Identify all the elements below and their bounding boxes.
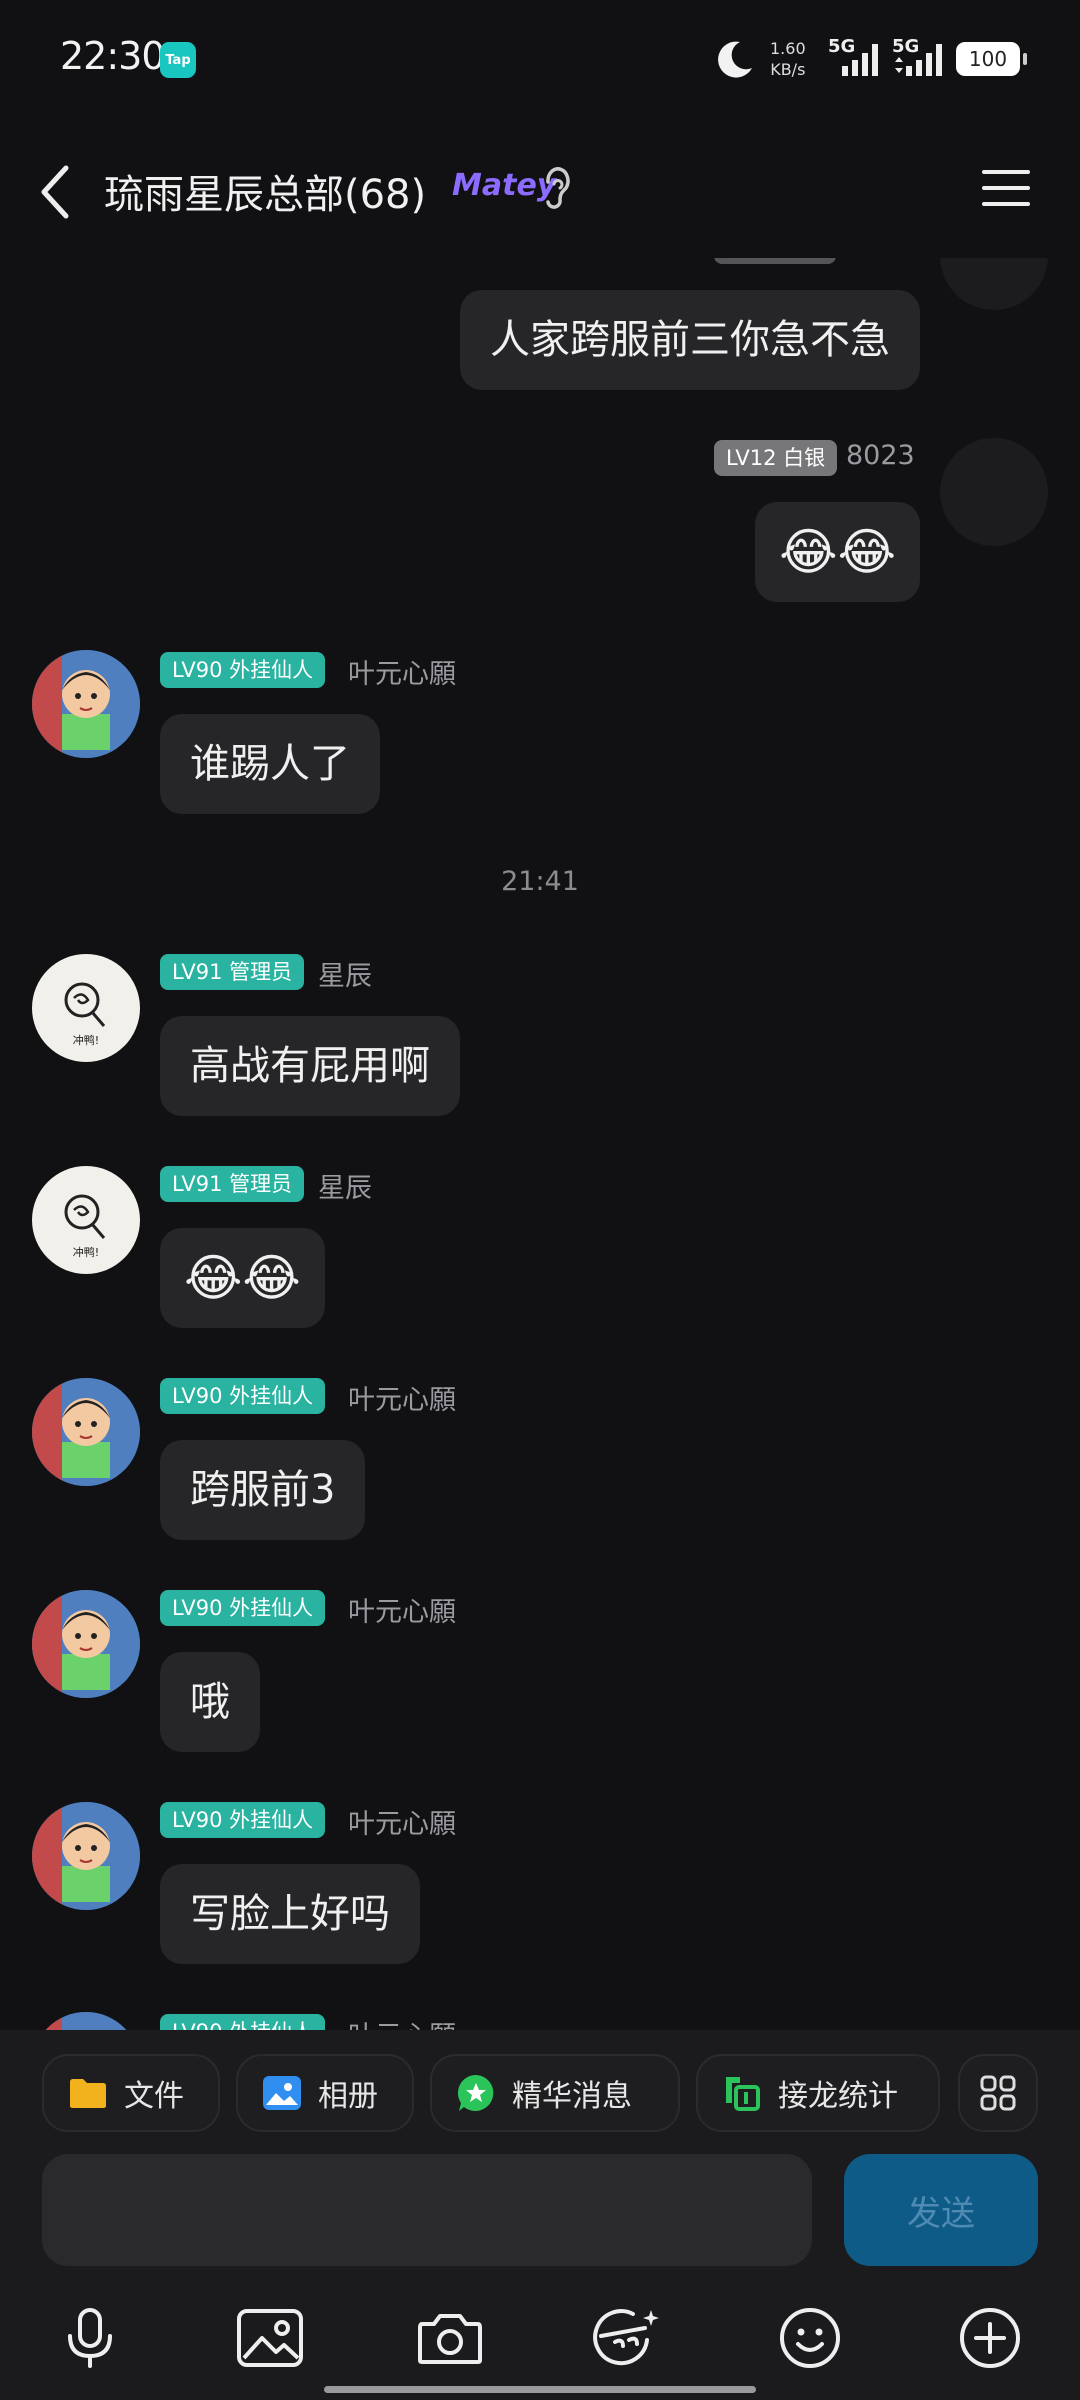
gallery-button[interactable] [230, 2298, 310, 2378]
message-list[interactable]: 人家跨服前三你急不急 LV12 白银 8023 😂😂 LV90 外挂仙人 叶元心… [0, 240, 1080, 2030]
message-bubble[interactable]: 高战有屁用啊 [160, 1016, 460, 1116]
sender-name[interactable]: 星辰 [318, 954, 372, 993]
send-button[interactable]: 发送 [844, 2154, 1038, 2266]
more-apps-button[interactable] [958, 2054, 1038, 2132]
message-bubble[interactable]: 写脸上好吗 [160, 1864, 420, 1964]
relay-stats-chip[interactable]: 接龙统计 [696, 2054, 940, 2132]
cartoon-boy-avatar [32, 650, 140, 758]
timestamp: 21:41 [501, 866, 579, 897]
message-input[interactable] [42, 2154, 812, 2266]
level-badge: LV91 管理员 [160, 1166, 305, 1202]
composer-panel: 文件 相册 精华消息 接龙统计 发送 [0, 2030, 1080, 2400]
chat-header: 琉雨星辰总部(68) Matey [0, 118, 1080, 258]
emoji-icon [780, 2308, 840, 2368]
message-bubble[interactable]: 😂😂 [755, 502, 920, 602]
laughing-emoji-icon: 😂😂 [779, 523, 896, 581]
laughing-emoji-icon: 😂😂 [184, 1249, 301, 1307]
album-chip[interactable]: 相册 [236, 2054, 414, 2132]
avatar[interactable]: 冲鸭! [32, 954, 140, 1062]
back-arrow-icon[interactable] [36, 162, 76, 222]
status-bar: 22:30 Tap 1.60 KB/s 5G 5G 100 [0, 0, 1080, 118]
sender-name[interactable]: 叶元心願 [348, 1802, 456, 1841]
emoji-button[interactable] [770, 2298, 850, 2378]
cartoon-boy-avatar [32, 2012, 140, 2030]
group-title[interactable]: 琉雨星辰总部(68) [104, 162, 426, 220]
star-chat-icon [457, 2075, 494, 2111]
camera-icon [418, 2314, 482, 2364]
home-indicator[interactable] [324, 2386, 756, 2393]
signal-1: 5G [828, 36, 880, 84]
cartoon-boy-avatar [32, 1378, 140, 1486]
lollipop-avatar: 冲鸭! [64, 1194, 106, 1259]
more-button[interactable] [950, 2298, 1030, 2378]
svg-text:冲鸭!: 冲鸭! [73, 1033, 99, 1047]
svg-text:冲鸭!: 冲鸭! [73, 1245, 99, 1259]
avatar[interactable]: 冲鸭! [32, 1166, 140, 1274]
network-speed: 1.60 KB/s [770, 39, 806, 79]
cartoon-boy-avatar [32, 1590, 140, 1698]
plus-icon [960, 2308, 1020, 2368]
message-bubble[interactable]: 谁踢人了 [160, 714, 380, 814]
level-badge: LV90 外挂仙人 [160, 2014, 326, 2030]
ear-icon[interactable] [540, 166, 574, 210]
battery-indicator: 100 [956, 42, 1027, 76]
avatar[interactable] [32, 650, 140, 758]
avatar[interactable] [32, 1378, 140, 1486]
message-bubble[interactable]: 😂😂 [160, 1228, 325, 1328]
sticker-button[interactable] [588, 2298, 668, 2378]
status-time: 22:30 [60, 34, 166, 78]
sender-name[interactable]: 8023 [846, 440, 915, 471]
level-badge: LV90 外挂仙人 [160, 652, 326, 688]
avatar[interactable] [32, 1802, 140, 1910]
do-not-disturb-icon [718, 41, 752, 78]
sender-name[interactable]: 叶元心願 [348, 652, 456, 691]
grid-icon [980, 2075, 1016, 2111]
level-badge: LV90 外挂仙人 [160, 1378, 326, 1414]
relay-icon [726, 2077, 760, 2111]
voice-button[interactable] [50, 2298, 130, 2378]
level-badge: LV12 白银 [714, 440, 838, 476]
sender-name[interactable]: 叶元心願 [348, 2014, 456, 2030]
level-badge: LV91 管理员 [160, 954, 305, 990]
signal-2: 5G [892, 36, 948, 84]
file-chip[interactable]: 文件 [42, 2054, 220, 2132]
lollipop-avatar: 冲鸭! [64, 982, 106, 1047]
microphone-icon [68, 2308, 112, 2368]
sender-name[interactable]: 星辰 [318, 1166, 372, 1205]
highlights-chip[interactable]: 精华消息 [430, 2054, 680, 2132]
image-icon [237, 2309, 303, 2367]
avatar[interactable] [32, 1590, 140, 1698]
level-badge: LV90 外挂仙人 [160, 1802, 326, 1838]
sender-name[interactable]: 叶元心願 [348, 1590, 456, 1629]
sender-name[interactable]: 叶元心願 [348, 1378, 456, 1417]
folder-icon [70, 2079, 106, 2108]
menu-icon[interactable] [980, 166, 1032, 210]
message-bubble[interactable]: 人家跨服前三你急不急 [460, 290, 920, 390]
avatar[interactable] [940, 438, 1048, 546]
message-bubble[interactable]: 哦 [160, 1652, 260, 1752]
tap-app-icon: Tap [160, 42, 196, 78]
avatar[interactable] [32, 2012, 140, 2030]
photo-icon [263, 2076, 301, 2110]
cartoon-boy-avatar [32, 1802, 140, 1910]
camera-button[interactable] [410, 2298, 490, 2378]
message-bubble[interactable]: 跨服前3 [160, 1440, 366, 1540]
sticker-icon [593, 2309, 659, 2366]
level-badge: LV90 外挂仙人 [160, 1590, 326, 1626]
